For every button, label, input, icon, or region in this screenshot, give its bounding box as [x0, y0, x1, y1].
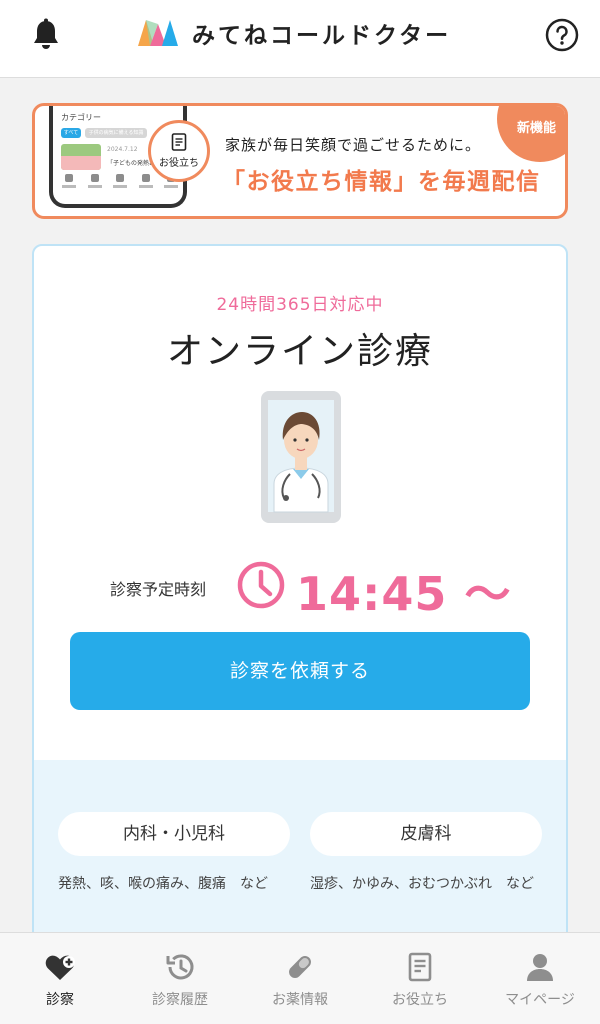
availability-subtitle: 24時間365日対応中: [216, 295, 384, 315]
page-title: オンライン診療: [166, 331, 433, 372]
question-circle-icon[interactable]: [545, 18, 579, 52]
phone-article-date: 2024.7.12: [107, 146, 138, 153]
document-icon: [408, 952, 432, 982]
department-internal-description: 発熱、咳、喉の痛み、腹痛 など: [58, 876, 268, 892]
banner-line-a: 家族が毎日笑顔で過ごせるために。: [225, 136, 482, 154]
phone-thumbnail-lower: [61, 156, 101, 170]
app-logo-icon: [138, 20, 178, 46]
tab-consult[interactable]: 診察: [0, 933, 120, 1024]
schedule-time: 14:45 〜: [296, 567, 512, 621]
phone-category-label: カテゴリー: [61, 113, 101, 122]
banner-line-b: 「お役立ち情報」を毎週配信: [222, 169, 541, 195]
department-dermatology-description: 湿疹、かゆみ、おむつかぶれ など: [310, 876, 534, 892]
app-brand: みてねコールドクター: [138, 16, 451, 50]
pill-icon: [289, 956, 311, 978]
clock-icon: [237, 561, 285, 609]
tab-medicine-label: お薬情報: [272, 992, 328, 1008]
document-icon: [171, 133, 187, 151]
departments-section: 内科・小児科 皮膚科 発熱、咳、喉の痛み、腹痛 など 湿疹、かゆみ、おむつかぶれ…: [34, 760, 566, 942]
tab-mypage[interactable]: マイページ: [480, 933, 600, 1024]
phone-chip-all: すべて: [61, 128, 81, 138]
tab-history[interactable]: 診察履歴: [120, 933, 240, 1024]
useful-badge-label: お役立ち: [159, 158, 199, 169]
tab-consult-label: 診察: [46, 992, 74, 1008]
useful-info-banner[interactable]: カテゴリー すべて 子供の病気に備える知識 2024.7.12 「子どもの発熱お…: [32, 103, 568, 219]
department-dermatology-pill[interactable]: 皮膚科: [310, 812, 542, 856]
new-feature-label: 新機能: [517, 121, 557, 136]
request-consult-button[interactable]: 診察を依頼する: [70, 632, 530, 710]
online-consult-card: 24時間365日対応中 オンライン診療 診察予定時刻 14:45 〜 診察を依頼…: [32, 244, 568, 944]
useful-badge: お役立ち: [148, 120, 210, 182]
bell-icon[interactable]: [30, 18, 62, 52]
history-icon: [166, 954, 194, 980]
tab-history-label: 診察履歴: [152, 992, 208, 1008]
tab-medicine[interactable]: お薬情報: [240, 933, 360, 1024]
schedule-label: 診察予定時刻: [110, 580, 207, 599]
app-header: みてねコールドクター: [0, 0, 600, 78]
tab-useful-label: お役立ち: [392, 992, 448, 1008]
heart-plus-icon: [45, 955, 75, 980]
app-title: みてねコールドクター: [192, 23, 452, 49]
tab-useful[interactable]: お役立ち: [360, 933, 480, 1024]
phone-chip-other: 子供の病気に備える知識: [85, 128, 147, 138]
new-feature-badge: 新機能: [497, 106, 565, 162]
doctor-phone-illustration: [261, 391, 341, 523]
bottom-tab-bar: 診察 診察履歴 お薬情報 お役立ち マイページ: [0, 932, 600, 1024]
person-icon: [527, 954, 553, 981]
tab-mypage-label: マイページ: [505, 992, 575, 1008]
department-internal-pill[interactable]: 内科・小児科: [58, 812, 290, 856]
